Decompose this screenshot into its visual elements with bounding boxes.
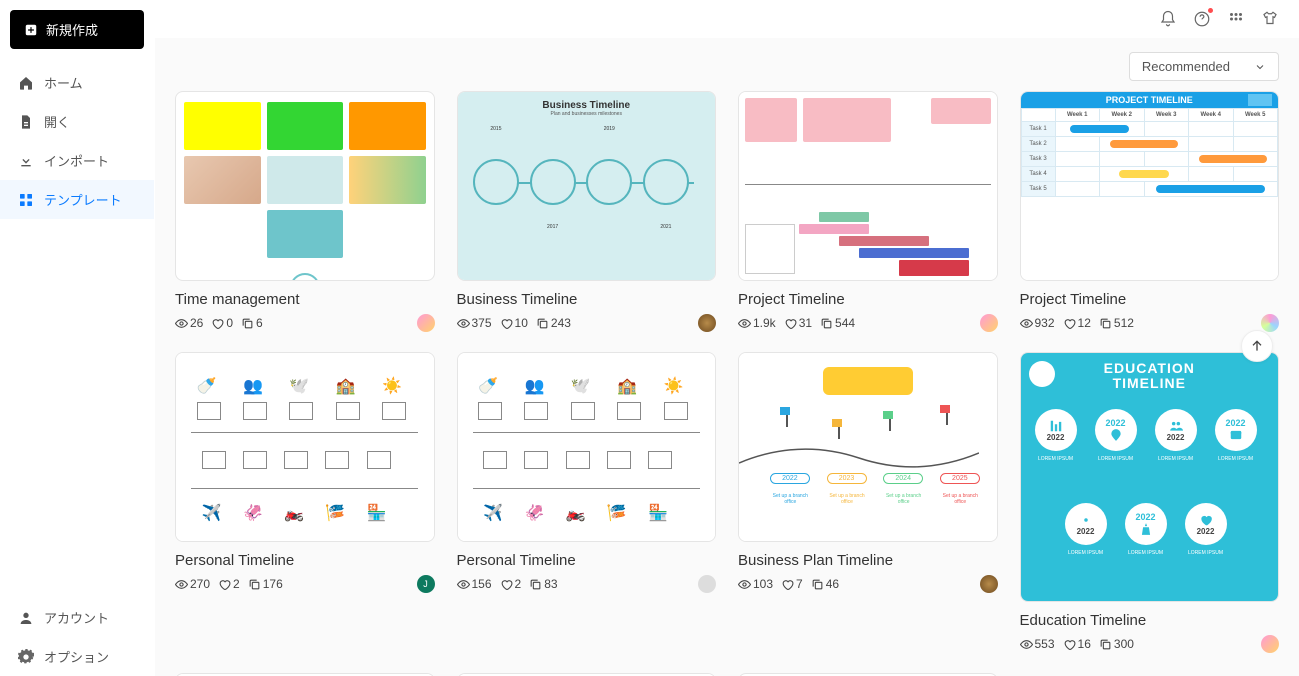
template-title: Personal Timeline [175, 552, 435, 569]
template-card: EDUCATIONTIMELINE 2022 2022 2022 2022 LO… [1020, 352, 1280, 653]
template-card: 🍼 👥 🕊️ 🏫 ☀️ ✈️ 🦑 🏍️ 🎏 🏪 Person [457, 352, 717, 653]
heart-icon [1063, 638, 1076, 651]
template-title: Education Timeline [1020, 612, 1280, 629]
template-stats: 932 12 512 [1020, 316, 1134, 330]
sidebar-item-label: 開く [44, 112, 70, 131]
template-thumb[interactable]: 2022 2023 2024 2025 Set up a branch offi… [738, 352, 998, 542]
author-avatar[interactable] [417, 314, 435, 332]
main: Recommended Time management [155, 0, 1299, 676]
copy-icon [1099, 638, 1112, 651]
sidebar-item-label: ホーム [44, 73, 83, 92]
heart-icon [784, 317, 797, 330]
shirt-icon[interactable] [1261, 10, 1279, 28]
heart-icon [218, 578, 231, 591]
user-icon [18, 610, 34, 626]
heart-icon [1063, 317, 1076, 330]
template-card: 🍼 👥 🕊️ 🏫 ☀️ ✈️ 🦑 🏍️ 🎏 🏪 Person [175, 352, 435, 653]
template-title: Business Plan Timeline [738, 552, 998, 569]
template-title: Project Timeline [738, 291, 998, 308]
copy-icon [811, 578, 824, 591]
eye-icon [175, 317, 188, 330]
template-icon [18, 192, 34, 208]
import-icon [18, 153, 34, 169]
template-thumb[interactable]: PROJECT TIMELINE Week 1Week 2Week 3Week … [1020, 91, 1280, 281]
template-card: Project Timeline 1.9k 31 544 [738, 91, 998, 332]
scroll-top-button[interactable] [1241, 330, 1273, 362]
template-stats: 375 10 243 [457, 316, 571, 330]
template-title: Personal Timeline [457, 552, 717, 569]
eye-icon [738, 578, 751, 591]
template-stats: 553 16 300 [1020, 637, 1134, 651]
template-thumb[interactable]: 🍼 👥 🕊️ 🏫 ☀️ ✈️ 🦑 🏍️ 🎏 🏪 [175, 352, 435, 542]
eye-icon [175, 578, 188, 591]
author-avatar[interactable] [698, 314, 716, 332]
template-stats: 1.9k 31 544 [738, 316, 855, 330]
author-avatar[interactable]: J [417, 575, 435, 593]
eye-icon [738, 317, 751, 330]
author-avatar[interactable] [980, 575, 998, 593]
template-stats: 156 2 83 [457, 577, 558, 591]
copy-icon [820, 317, 833, 330]
sidebar-item-label: インポート [44, 151, 109, 170]
heart-icon [500, 578, 513, 591]
template-title: Time management [175, 291, 435, 308]
sort-select-label: Recommended [1142, 59, 1230, 74]
sidebar-item-label: オプション [44, 647, 109, 666]
template-thumb[interactable]: 🍼 👥 🕊️ 🏫 ☀️ ✈️ 🦑 🏍️ 🎏 🏪 [457, 352, 717, 542]
template-title: Project Timeline [1020, 291, 1280, 308]
sidebar-item-account[interactable]: アカウント [0, 598, 154, 637]
template-card: Business Timeline Plan and businesses mi… [457, 91, 717, 332]
template-thumb[interactable]: EDUCATIONTIMELINE 2022 2022 2022 2022 LO… [1020, 352, 1280, 602]
author-avatar[interactable] [698, 575, 716, 593]
template-stats: 270 2 176 [175, 577, 283, 591]
new-button-label: 新規作成 [46, 20, 98, 39]
eye-icon [1020, 638, 1033, 651]
eye-icon [457, 578, 470, 591]
heart-icon [781, 578, 794, 591]
gear-icon [18, 649, 34, 665]
template-card: PROJECT TIMELINE Week 1Week 2Week 3Week … [1020, 91, 1280, 332]
sidebar-item-options[interactable]: オプション [0, 637, 154, 676]
template-stats: 103 7 46 [738, 577, 839, 591]
sidebar-item-open[interactable]: 開く [0, 102, 154, 141]
help-icon[interactable] [1193, 10, 1211, 28]
template-card: Time management 26 0 6 [175, 91, 435, 332]
plus-icon [24, 23, 38, 37]
template-card: 2022 2023 2024 2025 Set up a branch offi… [738, 352, 998, 653]
template-stats: 26 0 6 [175, 316, 263, 330]
template-thumb[interactable] [738, 91, 998, 281]
template-title: Business Timeline [457, 291, 717, 308]
heart-icon [500, 317, 513, 330]
sidebar: 新規作成 ホーム 開く インポート テンプレート アカウント オプション [0, 0, 155, 676]
template-thumb[interactable]: Business Timeline Plan and businesses mi… [457, 91, 717, 281]
new-button[interactable]: 新規作成 [10, 10, 144, 49]
sidebar-item-label: テンプレート [44, 190, 122, 209]
template-grid: Time management 26 0 6 Business Timeline… [175, 91, 1279, 676]
bell-icon[interactable] [1159, 10, 1177, 28]
sidebar-item-label: アカウント [44, 608, 109, 627]
copy-icon [248, 578, 261, 591]
sort-select[interactable]: Recommended [1129, 52, 1279, 81]
author-avatar[interactable] [980, 314, 998, 332]
sidebar-item-templates[interactable]: テンプレート [0, 180, 154, 219]
copy-icon [1099, 317, 1112, 330]
eye-icon [457, 317, 470, 330]
arrow-up-icon [1249, 338, 1265, 354]
template-thumb[interactable] [175, 91, 435, 281]
copy-icon [536, 317, 549, 330]
chevron-down-icon [1254, 61, 1266, 73]
copy-icon [241, 317, 254, 330]
eye-icon [1020, 317, 1033, 330]
author-avatar[interactable] [1261, 314, 1279, 332]
content: Recommended Time management [155, 38, 1299, 676]
author-avatar[interactable] [1261, 635, 1279, 653]
home-icon [18, 75, 34, 91]
apps-icon[interactable] [1227, 10, 1245, 28]
sidebar-item-import[interactable]: インポート [0, 141, 154, 180]
heart-icon [211, 317, 224, 330]
file-icon [18, 114, 34, 130]
header [155, 0, 1299, 38]
sidebar-item-home[interactable]: ホーム [0, 63, 154, 102]
copy-icon [529, 578, 542, 591]
